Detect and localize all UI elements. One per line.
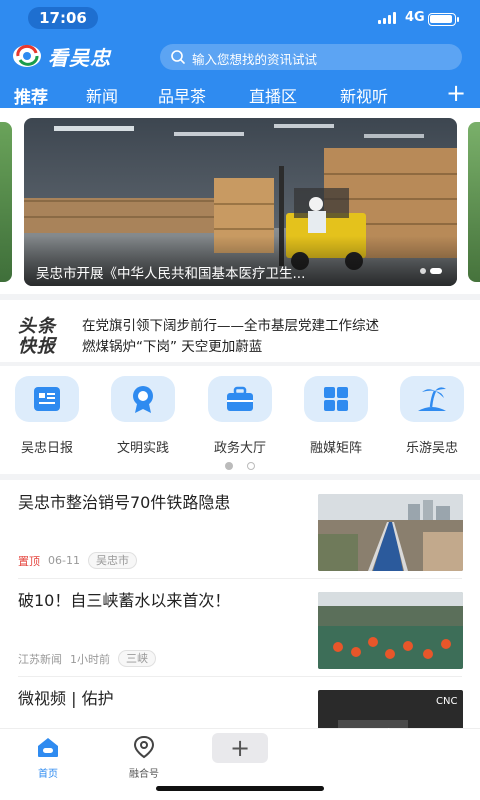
- search-placeholder: 输入您想找的资讯试试: [192, 52, 318, 67]
- service-label: 文明实践: [116, 441, 169, 456]
- briefcase-icon: [208, 376, 272, 422]
- banner-dot: [420, 268, 426, 274]
- service-label: 乐游吴忠: [405, 441, 458, 456]
- service-civilization[interactable]: 文明实践: [103, 376, 183, 456]
- network-label: 4G: [405, 10, 425, 25]
- service-label: 政务大厅: [213, 441, 266, 456]
- banner-carousel[interactable]: 吴忠市开展《中华人民共和国基本医疗卫生...: [24, 118, 457, 286]
- banner-dot-active: [430, 268, 442, 274]
- news-title: 微视频 | 佑护: [18, 689, 114, 708]
- quick-services: 吴忠日报 文明实践 政务大厅 融媒矩阵 乐游吴忠: [0, 366, 480, 474]
- pinned-tag: 置顶: [18, 554, 40, 568]
- news-title: 破10！自三峡蓄水以来首次！: [18, 591, 231, 610]
- news-thumbnail: [318, 592, 463, 669]
- flash-logo-line2: 快报: [18, 336, 56, 357]
- nav-home[interactable]: 首页: [18, 735, 78, 780]
- service-label: 吴忠日报: [20, 441, 73, 456]
- service-media-matrix[interactable]: 融媒矩阵: [296, 376, 376, 456]
- home-indicator: [156, 786, 324, 791]
- nav-fusion[interactable]: 融合号: [114, 735, 174, 780]
- tab-recommend[interactable]: 推荐: [14, 83, 48, 108]
- location-pin-icon: [133, 735, 155, 759]
- news-thumbnail: [318, 494, 463, 571]
- service-label: 融媒矩阵: [309, 441, 362, 456]
- news-source: 江苏新闻: [18, 652, 62, 666]
- pager-dot: [247, 462, 255, 470]
- search-bar[interactable]: 输入您想找的资讯试试: [160, 44, 462, 70]
- news-title: 吴忠市整治销号70件铁路隐患: [18, 493, 231, 512]
- headline-flash-logo: 头条 快报: [18, 312, 66, 357]
- services-pager: [225, 462, 255, 470]
- channel-tabs: 推荐 新闻 品早茶 直播区 新视听 +: [0, 80, 480, 108]
- location-badge: 吴忠市: [87, 552, 137, 569]
- banner-indicator: [420, 268, 442, 274]
- news-item-2[interactable]: 破10！自三峡蓄水以来首次！ 江苏新闻 1小时前 三峡: [0, 578, 480, 674]
- banner-image: [24, 118, 457, 286]
- home-icon: [38, 738, 58, 757]
- watermark-logo: [338, 728, 471, 791]
- banner-caption: 吴忠市开展《中华人民共和国基本医疗卫生...: [36, 266, 306, 282]
- signal-icon: [378, 12, 396, 24]
- news-list: 吴忠市整治销号70件铁路隐患 置顶 06-11 吴忠市 破10！自三峡蓄水以来首…: [0, 480, 480, 730]
- nav-home-label: 首页: [38, 769, 58, 780]
- tab-new-media[interactable]: 新视听: [340, 83, 388, 107]
- tab-morning-tea[interactable]: 品早茶: [158, 83, 206, 107]
- add-channel-icon[interactable]: +: [446, 80, 466, 106]
- status-time: 17:06: [28, 7, 98, 29]
- grid-icon: [304, 376, 368, 422]
- banner-prev-peek[interactable]: [0, 122, 12, 282]
- flash-item-1[interactable]: 在党旗引领下阔步前行——全市基层党建工作综述: [82, 314, 379, 334]
- search-icon: [171, 50, 185, 64]
- tabs-fade: [418, 80, 442, 108]
- pager-dot-active: [225, 462, 233, 470]
- headline-flash: 头条 快报 在党旗引领下阔步前行——全市基层党建工作综述 燃煤锅炉“下岗” 天空…: [0, 300, 480, 362]
- nav-fusion-label: 融合号: [129, 769, 159, 780]
- tab-live[interactable]: 直播区: [249, 83, 297, 107]
- newspaper-icon: [15, 376, 79, 422]
- palm-island-icon: [400, 376, 464, 422]
- location-badge: 三峡: [118, 650, 156, 667]
- battery-icon: [428, 13, 459, 26]
- news-meta: 江苏新闻 1小时前 三峡: [18, 650, 156, 667]
- app-logo-icon: [13, 44, 41, 67]
- status-bar: 17:06 4G: [0, 0, 480, 36]
- banner-next-peek[interactable]: [468, 122, 480, 282]
- add-content-button[interactable]: +: [212, 733, 268, 763]
- app-name: 看吴忠: [48, 46, 111, 70]
- news-date: 06-11: [48, 554, 80, 567]
- service-government-hall[interactable]: 政务大厅: [200, 376, 280, 456]
- medal-icon: [111, 376, 175, 422]
- service-tour-wuzhong[interactable]: 乐游吴忠: [392, 376, 472, 456]
- news-time: 1小时前: [70, 652, 110, 666]
- tab-news[interactable]: 新闻: [86, 83, 118, 107]
- service-wuzhong-daily[interactable]: 吴忠日报: [7, 376, 87, 456]
- flash-item-2[interactable]: 燃煤锅炉“下岗” 天空更加蔚蓝: [82, 335, 262, 355]
- news-item-1[interactable]: 吴忠市整治销号70件铁路隐患 置顶 06-11 吴忠市: [0, 480, 480, 576]
- news-meta: 置顶 06-11 吴忠市: [18, 552, 137, 569]
